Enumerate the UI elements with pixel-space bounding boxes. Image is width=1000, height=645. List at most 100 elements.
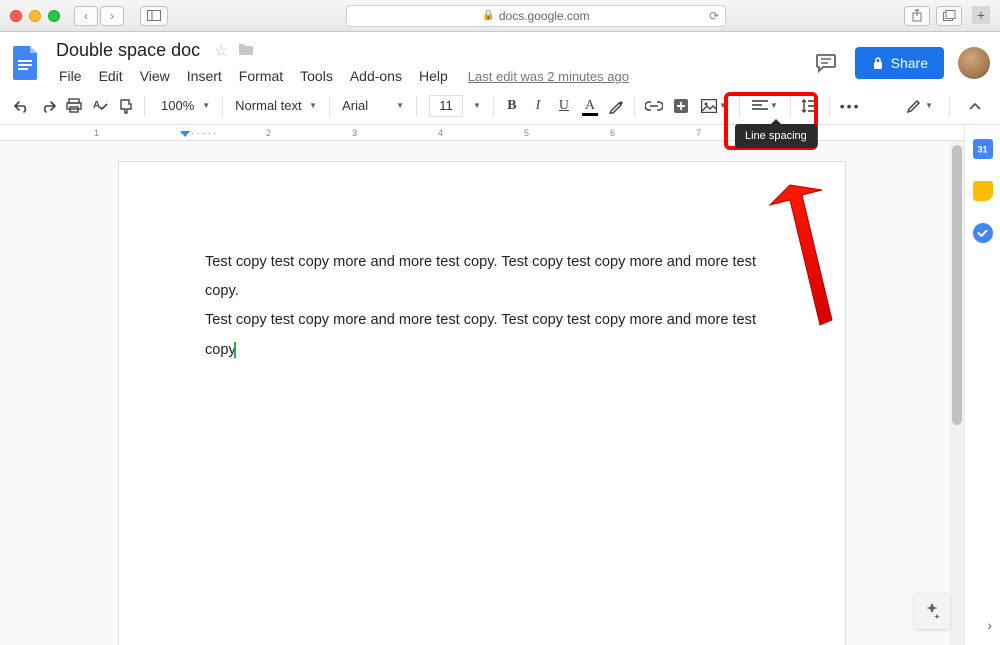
menu-format[interactable]: Format bbox=[232, 65, 290, 87]
menu-tools[interactable]: Tools bbox=[293, 65, 340, 87]
align-dropdown[interactable]: ▼ bbox=[746, 93, 784, 119]
chevron-down-icon: ▼ bbox=[202, 101, 210, 110]
calendar-addon-icon[interactable] bbox=[973, 139, 993, 159]
forward-button[interactable]: › bbox=[100, 6, 124, 26]
line-spacing-tooltip: Line spacing bbox=[735, 124, 817, 148]
paragraph[interactable]: Test copy test copy more and more test c… bbox=[205, 248, 759, 306]
indent-marker[interactable] bbox=[180, 131, 190, 137]
browser-right-controls: + bbox=[904, 6, 990, 26]
move-folder-icon[interactable] bbox=[238, 42, 254, 60]
share-label: Share bbox=[891, 55, 928, 71]
reload-button[interactable]: ⟳ bbox=[709, 9, 719, 23]
menu-file[interactable]: File bbox=[52, 65, 89, 87]
chevron-down-icon: ▼ bbox=[925, 101, 933, 110]
toolbar: A 100% ▼ Normal text ▼ Arial ▼ 11 ▼ B I … bbox=[0, 87, 1000, 125]
last-edit-link[interactable]: Last edit was 2 minutes ago bbox=[468, 69, 629, 84]
text-cursor bbox=[234, 342, 236, 358]
ruler-tick: 4 bbox=[438, 128, 443, 138]
star-icon[interactable]: ☆ bbox=[214, 41, 228, 61]
text-color-button[interactable]: A bbox=[578, 93, 602, 119]
zoom-dropdown[interactable]: 100% ▼ bbox=[151, 93, 216, 119]
ruler-tick: 1 bbox=[94, 128, 99, 138]
chevron-down-icon: ▼ bbox=[770, 101, 778, 110]
side-panel-collapse-icon[interactable]: › bbox=[987, 617, 992, 633]
explore-button[interactable] bbox=[914, 593, 950, 629]
ruler-tick: 5 bbox=[524, 128, 529, 138]
font-size-control[interactable]: 11 ▼ bbox=[423, 93, 487, 119]
bold-button[interactable]: B bbox=[500, 93, 524, 119]
more-toolbar-button[interactable]: ••• bbox=[836, 93, 865, 119]
menu-help[interactable]: Help bbox=[412, 65, 455, 87]
url-text: docs.google.com bbox=[499, 9, 590, 23]
lock-icon: 🔒 bbox=[482, 10, 494, 21]
lock-icon bbox=[871, 56, 885, 70]
minimize-window-button[interactable] bbox=[29, 10, 41, 22]
scrollbar-thumb[interactable] bbox=[952, 145, 962, 425]
svg-text:A: A bbox=[93, 100, 100, 111]
window-controls bbox=[10, 10, 60, 22]
close-window-button[interactable] bbox=[10, 10, 22, 22]
underline-button[interactable]: U bbox=[552, 93, 576, 119]
paint-format-button[interactable] bbox=[114, 93, 138, 119]
insert-link-button[interactable] bbox=[641, 93, 667, 119]
paragraph[interactable]: Test copy test copy more and more test c… bbox=[205, 306, 759, 364]
header-right: Share bbox=[811, 47, 990, 79]
highlight-color-button[interactable] bbox=[604, 93, 628, 119]
print-button[interactable] bbox=[62, 93, 86, 119]
page-scroll-area[interactable]: Test copy test copy more and more test c… bbox=[0, 141, 964, 645]
undo-button[interactable] bbox=[10, 93, 34, 119]
menu-view[interactable]: View bbox=[133, 65, 177, 87]
title-area: Double space doc ☆ File Edit View Insert… bbox=[52, 38, 811, 87]
pencil-icon bbox=[906, 98, 922, 114]
horizontal-ruler[interactable]: 1 · · · · · · · 2 3 4 5 6 7 bbox=[0, 125, 964, 141]
spellcheck-button[interactable]: A bbox=[88, 93, 112, 119]
ruler-tick: 2 bbox=[266, 128, 271, 138]
nav-buttons: ‹ › bbox=[74, 6, 124, 26]
browser-titlebar: ‹ › 🔒 docs.google.com ⟳ + bbox=[0, 0, 1000, 32]
insert-image-button[interactable]: ▼ bbox=[695, 93, 733, 119]
add-comment-button[interactable] bbox=[669, 93, 693, 119]
editing-mode-dropdown[interactable]: ▼ bbox=[900, 93, 939, 119]
share-page-button[interactable] bbox=[904, 6, 930, 26]
comments-button[interactable] bbox=[811, 48, 841, 78]
font-size-value[interactable]: 11 bbox=[429, 95, 463, 117]
ruler-tick: 7 bbox=[696, 128, 701, 138]
ruler-tick: 6 bbox=[610, 128, 615, 138]
document-title[interactable]: Double space doc bbox=[52, 38, 204, 63]
menu-bar: File Edit View Insert Format Tools Add-o… bbox=[52, 65, 811, 87]
italic-button[interactable]: I bbox=[526, 93, 550, 119]
menu-addons[interactable]: Add-ons bbox=[343, 65, 409, 87]
zoom-value: 100% bbox=[157, 98, 198, 113]
keep-addon-icon[interactable] bbox=[973, 181, 993, 201]
maximize-window-button[interactable] bbox=[48, 10, 60, 22]
chevron-down-icon: ▼ bbox=[473, 101, 481, 110]
style-value: Normal text bbox=[235, 98, 305, 113]
tasks-addon-icon[interactable] bbox=[973, 223, 993, 243]
redo-button[interactable] bbox=[36, 93, 60, 119]
user-avatar[interactable] bbox=[958, 47, 990, 79]
paragraph-style-dropdown[interactable]: Normal text ▼ bbox=[229, 93, 323, 119]
back-button[interactable]: ‹ bbox=[74, 6, 98, 26]
docs-header: Double space doc ☆ File Edit View Insert… bbox=[0, 32, 1000, 87]
hide-menus-button[interactable] bbox=[960, 94, 990, 118]
new-tab-button[interactable]: + bbox=[972, 6, 990, 24]
chevron-down-icon: ▼ bbox=[309, 101, 317, 110]
menu-insert[interactable]: Insert bbox=[180, 65, 229, 87]
side-panel: › bbox=[964, 125, 1000, 645]
vertical-scrollbar[interactable] bbox=[950, 141, 964, 645]
ruler-tick: 3 bbox=[352, 128, 357, 138]
tabs-button[interactable] bbox=[936, 6, 962, 26]
chevron-down-icon: ▼ bbox=[719, 101, 727, 110]
sidebar-toggle-button[interactable] bbox=[140, 6, 168, 26]
font-value: Arial bbox=[342, 98, 392, 113]
address-bar[interactable]: 🔒 docs.google.com ⟳ bbox=[346, 5, 726, 27]
docs-logo[interactable] bbox=[8, 45, 44, 81]
chevron-down-icon: ▼ bbox=[396, 101, 404, 110]
docs-app: Double space doc ☆ File Edit View Insert… bbox=[0, 32, 1000, 645]
line-spacing-button[interactable] bbox=[797, 93, 823, 119]
document-area: 1 · · · · · · · 2 3 4 5 6 7 Test copy te… bbox=[0, 125, 1000, 645]
menu-edit[interactable]: Edit bbox=[92, 65, 130, 87]
document-page[interactable]: Test copy test copy more and more test c… bbox=[118, 161, 846, 645]
share-button[interactable]: Share bbox=[855, 47, 944, 79]
font-family-dropdown[interactable]: Arial ▼ bbox=[336, 93, 410, 119]
